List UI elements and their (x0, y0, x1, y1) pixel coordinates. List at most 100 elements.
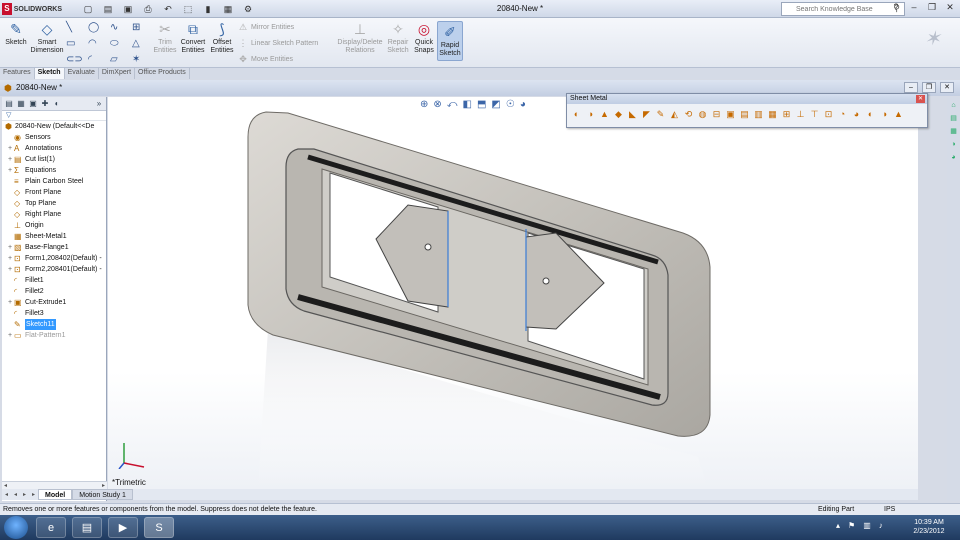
configuration-manager-tab-icon[interactable]: ▣ (28, 99, 38, 109)
sketch-button[interactable]: ✎ Sketch (4, 21, 28, 47)
tab-model[interactable]: Model (38, 489, 73, 500)
rectangle-icon[interactable]: ▭ (66, 38, 88, 54)
section-view-icon[interactable]: ◧ (462, 99, 471, 110)
part-model[interactable] (108, 97, 918, 489)
feature-tree-item[interactable]: ⬢ 20840-New (Default<<De (2, 121, 106, 132)
sheet-metal-tool-icon[interactable]: ◐ (571, 108, 582, 120)
feature-tree-item[interactable]: + A Annotations (2, 143, 106, 154)
tab-evaluate[interactable]: Evaluate (65, 68, 99, 79)
prev-tab-icon[interactable]: ◂ (11, 491, 20, 498)
sheet-metal-tool-icon[interactable]: ✎ (655, 108, 666, 120)
sheet-metal-tool-icon[interactable]: ◑ (879, 108, 890, 120)
feature-tree-item[interactable]: ◇ Top Plane (2, 198, 106, 209)
doc-close-icon[interactable]: ✕ (940, 82, 954, 93)
smart-dimension-button[interactable]: ◇ Smart Dimension (30, 21, 64, 55)
save-icon[interactable]: ▣ (120, 2, 136, 16)
options-icon[interactable]: ⚙ (240, 2, 256, 16)
feature-tree-item[interactable]: + ▣ Cut-Extrude1 (2, 297, 106, 308)
select-icon[interactable]: ⬚ (180, 2, 196, 16)
circle-icon[interactable]: ◯ (88, 22, 110, 38)
tab-motion-study-1[interactable]: Motion Study 1 (72, 489, 133, 500)
feature-tree-item[interactable]: ◉ Sensors (2, 132, 106, 143)
sheet-metal-tool-icon[interactable]: ⊥ (795, 108, 806, 120)
sheet-metal-tool-icon[interactable]: ◑ (585, 108, 596, 120)
internet-explorer-icon[interactable]: e (36, 517, 66, 538)
view-orientation-icon[interactable]: ⬒ (477, 99, 486, 110)
feature-tree-item[interactable]: ◜ Fillet2 (2, 286, 106, 297)
sheet-metal-tool-icon[interactable]: ⊞ (781, 108, 792, 120)
feature-tree-item[interactable]: + ⊡ Form1,208402(Default) - (2, 253, 106, 264)
print-icon[interactable]: ⎙ (140, 2, 156, 16)
sheet-metal-tool-icon[interactable]: ⟲ (683, 108, 694, 120)
sheet-metal-tool-icon[interactable]: ▣ (725, 108, 736, 120)
open-document-icon[interactable]: ▤ (100, 2, 116, 16)
sheet-metal-tool-icon[interactable]: ◤ (641, 108, 652, 120)
display-manager-tab-icon[interactable]: ◐ (52, 99, 62, 109)
feature-tree-item[interactable]: ▦ Sheet-Metal1 (2, 231, 106, 242)
solidworks-resources-icon[interactable]: ⌂ (949, 101, 958, 110)
feature-tree-item[interactable]: + ▭ Flat-Pattern1 (2, 330, 106, 341)
tray-expand-icon[interactable]: ▴ (836, 521, 840, 530)
appearances-icon[interactable]: ◕ (949, 153, 958, 162)
scroll-left-icon[interactable]: ◂ (4, 482, 7, 489)
scroll-right-icon[interactable]: ▸ (102, 482, 105, 489)
feature-tree-filter-icon[interactable]: ▽ (2, 111, 106, 121)
polygon-icon[interactable]: △ (132, 38, 154, 54)
sheet-metal-tool-icon[interactable]: ⊤ (809, 108, 820, 120)
feature-tree-scrollbar[interactable]: ◂ ▸ (2, 481, 107, 489)
dimxpert-manager-tab-icon[interactable]: ✚ (40, 99, 50, 109)
sheet-metal-tool-icon[interactable]: ⊟ (711, 108, 722, 120)
arc-icon[interactable]: ◠ (88, 38, 110, 54)
sheet-metal-tool-icon[interactable]: ▦ (767, 108, 778, 120)
sheet-metal-tool-icon[interactable]: ⊡ (823, 108, 834, 120)
ellipse-icon[interactable]: ⬭ (110, 38, 132, 54)
start-button[interactable] (4, 516, 28, 539)
convert-entities-button[interactable]: ⧉ Convert Entities (178, 21, 208, 55)
sheet-metal-tool-icon[interactable]: ◆ (613, 108, 624, 120)
previous-view-icon[interactable]: ⤺ (447, 99, 458, 110)
zoom-area-icon[interactable]: ⊗ (433, 99, 441, 110)
trim-entities-button[interactable]: ✂ Trim Entities (153, 21, 177, 55)
mirror-entities-button[interactable]: ⚠ Mirror Entities (238, 22, 294, 33)
sheet-metal-tool-icon[interactable]: ◔ (837, 108, 848, 120)
sheet-metal-tool-icon[interactable]: ◭ (669, 108, 680, 120)
sheet-metal-toolbar-title[interactable]: Sheet Metal (567, 94, 927, 104)
hide-show-items-icon[interactable]: ☉ (506, 99, 515, 110)
tab-sketch[interactable]: Sketch (34, 68, 65, 79)
network-icon[interactable]: ▥ (863, 521, 871, 530)
linear-sketch-pattern-button[interactable]: ⋮ Linear Sketch Pattern (238, 38, 319, 49)
feature-tree-item[interactable]: ◜ Fillet1 (2, 275, 106, 286)
sheet-metal-tool-icon[interactable]: ▥ (753, 108, 764, 120)
feature-tree-item[interactable]: ⊥ Origin (2, 220, 106, 231)
solidworks-taskbar-icon[interactable]: S (144, 517, 174, 538)
rebuild-icon[interactable]: ▮ (200, 2, 216, 16)
feature-tree-tab-icon[interactable]: ▤ (4, 99, 14, 109)
feature-tree-item[interactable]: + ▧ Base-Flange1 (2, 242, 106, 253)
last-tab-icon[interactable]: ▸ (29, 491, 38, 498)
edit-appearance-icon[interactable]: ◕ (520, 99, 526, 110)
next-tab-icon[interactable]: ▸ (20, 491, 29, 498)
media-player-icon[interactable]: ▶ (108, 517, 138, 538)
search-knowledge-base[interactable]: ⚲ (781, 2, 905, 16)
feature-tree-item[interactable]: ≡ Plain Carbon Steel (2, 176, 106, 187)
feature-tree-item[interactable]: ◇ Front Plane (2, 187, 106, 198)
clock[interactable]: 10:39 AM 2/23/2012 (906, 518, 952, 536)
move-entities-button[interactable]: ✥ Move Entities (238, 54, 293, 65)
feature-tree-item[interactable]: + ⊡ Form2,208401(Default) - (2, 264, 106, 275)
property-manager-tab-icon[interactable]: ▦ (16, 99, 26, 109)
new-document-icon[interactable]: ▢ (80, 2, 96, 16)
sheet-metal-tool-icon[interactable]: ◣ (627, 108, 638, 120)
status-units[interactable]: IPS (884, 506, 895, 513)
doc-restore-icon[interactable]: ❐ (922, 82, 936, 93)
flag-icon[interactable]: ⚑ (848, 521, 855, 530)
sketch-grid-icon[interactable]: ⊞ (132, 22, 154, 38)
display-style-icon[interactable]: ◩ (491, 99, 500, 110)
line-icon[interactable]: ╲ (66, 22, 88, 38)
feature-tree-item[interactable]: ◜ Fillet3 (2, 308, 106, 319)
feature-tree-item[interactable]: + ▤ Cut list(1) (2, 154, 106, 165)
sheet-metal-tool-icon[interactable]: ◕ (851, 108, 862, 120)
repair-sketch-button[interactable]: ✧ Repair Sketch (386, 21, 410, 55)
tab-office-products[interactable]: Office Products (135, 68, 190, 79)
feature-tree-item[interactable]: + Σ Equations (2, 165, 106, 176)
graphics-area[interactable]: ⊕ ⊗ ⤺ ◧ ⬒ ◩ ☉ ◕ *Trimetric (108, 97, 918, 489)
